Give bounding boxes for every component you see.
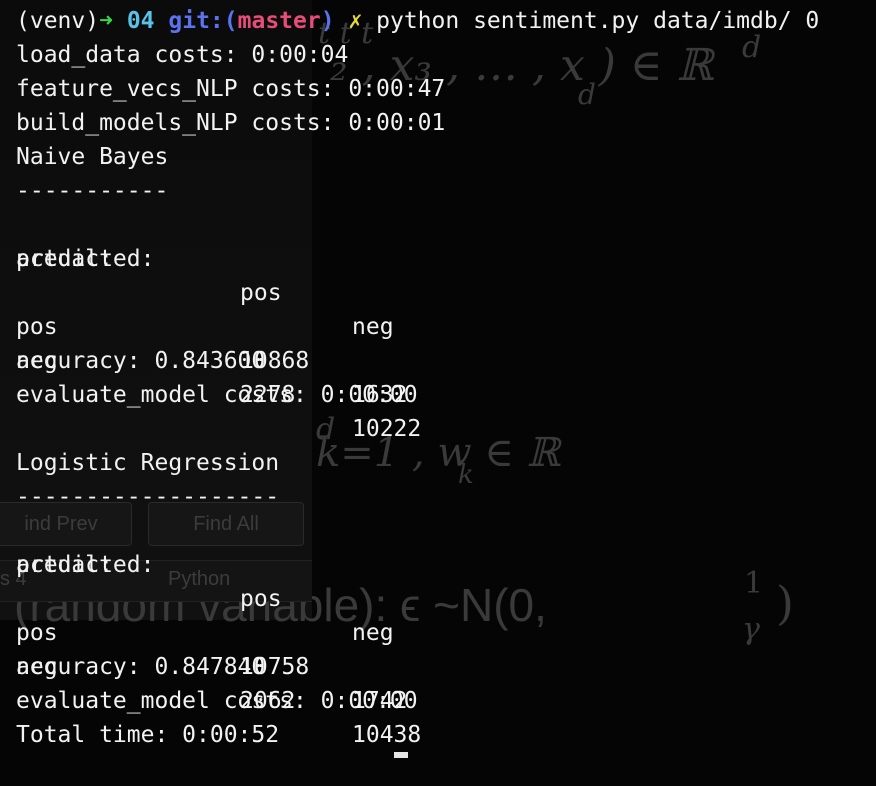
prompt-paren-close: ) — [320, 8, 335, 34]
actual-label: actual: — [16, 246, 113, 272]
table-row: pos 10868 1632 — [16, 276, 516, 408]
table-row: neg 2062 10438 — [16, 616, 516, 748]
actual-label: actual: — [16, 552, 113, 578]
predicted-header: predicted: pos neg — [16, 208, 516, 340]
build-models-line: build_models_NLP costs: 0:00:01 — [16, 110, 446, 136]
terminal-cursor — [394, 752, 408, 758]
model-rule: ----------- — [16, 178, 169, 204]
accuracy-line: accuracy: 0.847840 — [16, 654, 266, 680]
model-name: Naive Bayes — [16, 144, 169, 170]
load-data-line: load_data costs: 0:00:04 — [16, 42, 349, 68]
prompt-git: git: — [168, 8, 224, 34]
accuracy-line: accuracy: 0.843600 — [16, 348, 266, 374]
table-row: neg 2278 10222 — [16, 310, 516, 442]
prompt-branch: master — [237, 8, 321, 34]
cell-neg: 10222 — [352, 416, 422, 442]
model-name: Logistic Regression — [16, 450, 280, 476]
total-time-line: Total time: 0:00:52 — [16, 722, 280, 748]
prompt-command: python sentiment.py data/imdb/ 0 — [376, 8, 820, 34]
evaluate-line: evaluate_model costs: 0:00:00 — [16, 382, 418, 408]
cell-neg: 10438 — [352, 722, 422, 748]
prompt-line: (venv)➜ 04 git:(master) ✗ python sentime… — [16, 4, 819, 38]
prompt-arrow-icon: ➜ — [99, 8, 113, 34]
model-rule: ------------------- — [16, 484, 280, 510]
prompt-dirty-icon: ✗ — [348, 8, 363, 34]
terminal-output[interactable]: (venv)➜ 04 git:(master) ✗ python sentime… — [0, 0, 876, 758]
predicted-header: predicted: pos neg — [16, 514, 516, 646]
table-row: pos 10758 1742 — [16, 582, 516, 714]
prompt-paren-open: ( — [223, 8, 238, 34]
prompt-venv: (venv) — [16, 8, 100, 34]
feature-vecs-line: feature_vecs_NLP costs: 0:00:47 — [16, 76, 446, 102]
prompt-directory: 04 — [126, 8, 155, 34]
evaluate-line: evaluate_model costs: 0:00:00 — [16, 688, 418, 714]
